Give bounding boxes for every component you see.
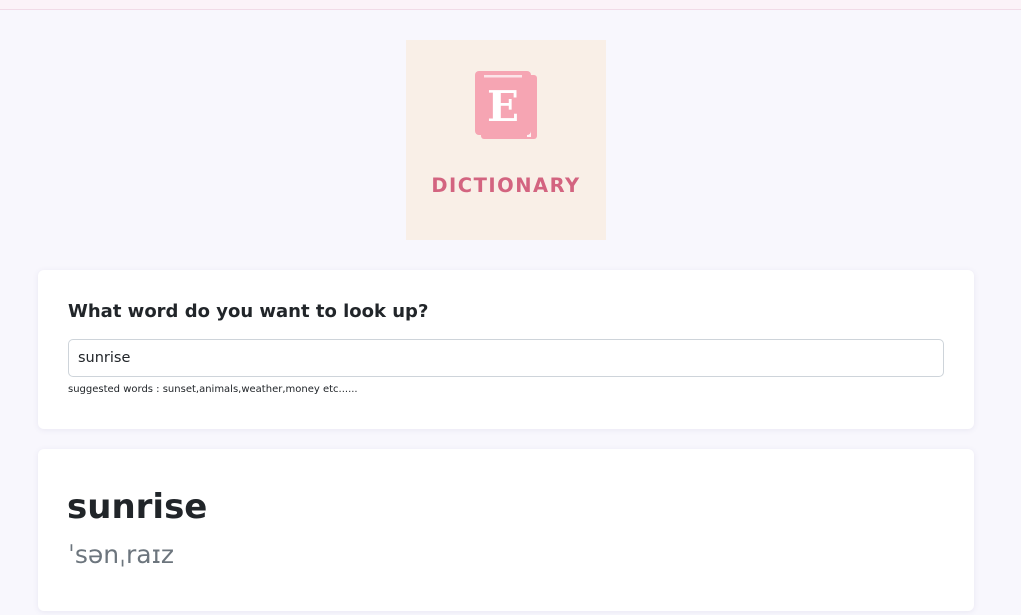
book-icon: E	[475, 71, 537, 139]
result-card: sunrise ˈsənˌraɪz	[38, 449, 974, 611]
book-letter: E	[487, 82, 519, 131]
search-input[interactable]	[68, 339, 944, 377]
result-phonetic: ˈsənˌraɪz	[68, 540, 175, 569]
top-strip	[0, 0, 1021, 10]
suggested-words-hint: suggested words : sunset,animals,weather…	[68, 384, 358, 395]
result-word: sunrise	[67, 487, 208, 527]
search-card: What word do you want to look up? sugges…	[38, 270, 974, 429]
logo-text: DICTIONARY	[431, 174, 581, 197]
search-question: What word do you want to look up?	[68, 301, 429, 322]
dictionary-logo: E DICTIONARY	[406, 40, 606, 240]
